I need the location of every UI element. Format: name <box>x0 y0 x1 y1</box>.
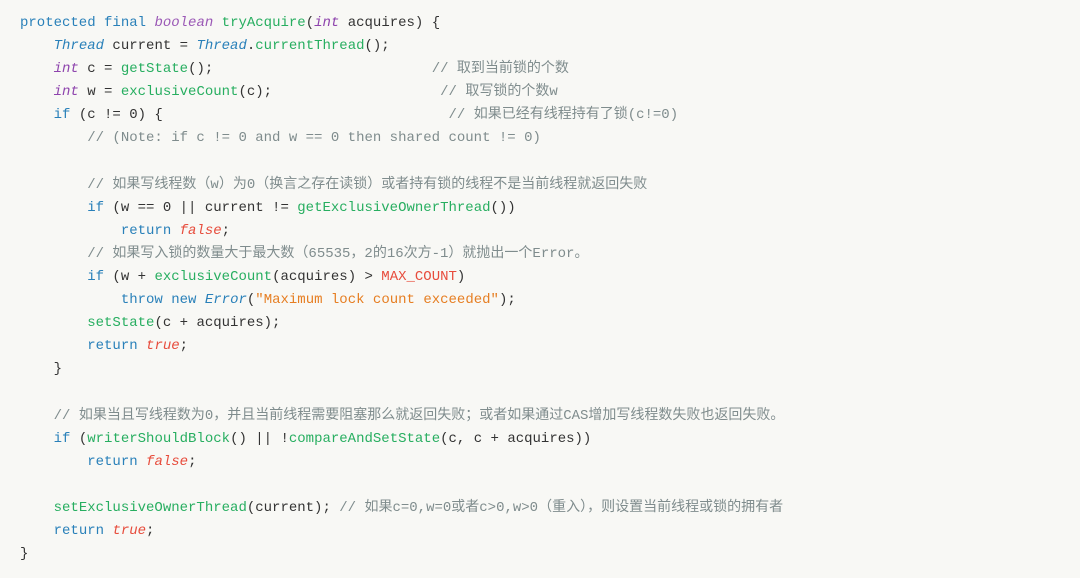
code-line-22: setExclusiveOwnerThread(current); // 如果c… <box>20 497 1060 520</box>
code-line-7 <box>20 151 1060 174</box>
code-line-19: if (writerShouldBlock() || !compareAndSe… <box>20 428 1060 451</box>
code-line-14: setState(c + acquires); <box>20 312 1060 335</box>
code-line-9: if (w == 0 || current != getExclusiveOwn… <box>20 197 1060 220</box>
code-line-2: Thread current = Thread.currentThread(); <box>20 35 1060 58</box>
code-line-21 <box>20 474 1060 497</box>
code-container: protected final boolean tryAcquire(int a… <box>0 0 1080 578</box>
code-line-6: // (Note: if c != 0 and w == 0 then shar… <box>20 127 1060 150</box>
code-line-16: } <box>20 358 1060 381</box>
code-line-18: // 如果当且写线程数为0，并且当前线程需要阻塞那么就返回失败；或者如果通过CA… <box>20 405 1060 428</box>
code-line-4: int w = exclusiveCount(c); // 取写锁的个数w <box>20 81 1060 104</box>
code-line-17 <box>20 382 1060 405</box>
code-line-23: return true; <box>20 520 1060 543</box>
code-line-24: } <box>20 543 1060 566</box>
code-line-15: return true; <box>20 335 1060 358</box>
code-line-20: return false; <box>20 451 1060 474</box>
code-line-13: throw new Error("Maximum lock count exce… <box>20 289 1060 312</box>
code-line-5: if (c != 0) { // 如果已经有线程持有了锁(c!=0) <box>20 104 1060 127</box>
code-line-11: // 如果写入锁的数量大于最大数（65535，2的16次方-1）就抛出一个Err… <box>20 243 1060 266</box>
code-line-10: return false; <box>20 220 1060 243</box>
code-line-1: protected final boolean tryAcquire(int a… <box>20 12 1060 35</box>
code-line-12: if (w + exclusiveCount(acquires) > MAX_C… <box>20 266 1060 289</box>
code-line-8: // 如果写线程数（w）为0（换言之存在读锁）或者持有锁的线程不是当前线程就返回… <box>20 174 1060 197</box>
code-line-3: int c = getState(); // 取到当前锁的个数 <box>20 58 1060 81</box>
